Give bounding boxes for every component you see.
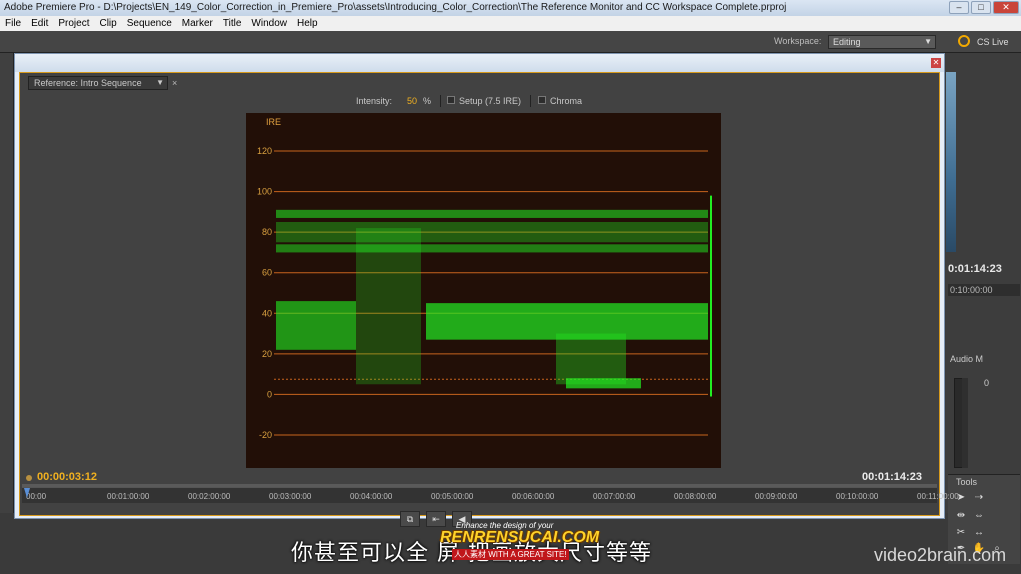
menu-sequence[interactable]: Sequence: [122, 16, 177, 31]
time-ruler[interactable]: 00:00 00:01:00:00 00:02:00:00 00:03:00:00 00…: [22, 487, 959, 503]
reference-monitor-panel: Reference: Intro Sequence ▼ × Intensity:…: [19, 72, 959, 516]
ruler-tick-label: 00:10:00:00: [836, 492, 879, 501]
ruler-tick-label: 00:09:00:00: [755, 492, 798, 501]
menu-file[interactable]: File: [0, 16, 26, 31]
cs-live-label[interactable]: CS Live: [977, 37, 1009, 47]
track-select-tool-icon[interactable]: ⇢: [972, 492, 986, 504]
waveform-chart: IRE 120 100 80 60 40 20 0 -20: [257, 117, 712, 440]
app-window: Adobe Premiere Pro - D:\Projects\EN_149_…: [0, 0, 1021, 574]
menu-marker[interactable]: Marker: [177, 16, 218, 31]
chroma-label: Chroma: [550, 96, 583, 106]
workspace-bar: Workspace: Editing ▼ CS Live: [0, 31, 1021, 53]
playhead-indicator-icon: [26, 475, 32, 481]
menu-window[interactable]: Window: [246, 16, 292, 31]
setup-checkbox[interactable]: [447, 96, 455, 104]
audio-meter-label: Audio M: [950, 354, 984, 364]
razor-tool-icon[interactable]: ✂: [954, 527, 968, 539]
workspace-value: Editing: [833, 37, 861, 47]
ruler-tick-label: 00:00: [26, 492, 47, 501]
trace-band: [566, 378, 641, 389]
mark-in-icon[interactable]: ⧉: [400, 511, 420, 527]
chroma-checkbox[interactable]: [538, 96, 546, 104]
tools-label: Tools: [956, 477, 978, 487]
trace-band: [276, 301, 356, 350]
trace-band: [276, 222, 708, 243]
workspace-select[interactable]: Editing ▼: [828, 35, 936, 49]
chevron-down-icon[interactable]: ▼: [156, 77, 164, 89]
ruler-tick-label: 00:04:00:00: [350, 492, 393, 501]
menu-bar: File Edit Project Clip Sequence Marker T…: [0, 16, 1021, 31]
trace-band: [276, 209, 708, 218]
video2brain-watermark: video2brain.com: [874, 545, 1007, 565]
program-timecode-secondary: 0:10:00:00: [948, 284, 1020, 296]
left-panel-strip: [0, 53, 14, 513]
waveform-scope: IRE 120 100 80 60 40 20 0 -20: [246, 113, 721, 468]
tab-reference[interactable]: Reference: Intro Sequence ▼: [28, 76, 168, 90]
close-button[interactable]: ✕: [993, 1, 1019, 14]
y-axis-label: IRE: [266, 117, 281, 127]
workspace-label: Workspace:: [774, 36, 822, 46]
intensity-value[interactable]: 50: [407, 96, 417, 106]
menu-edit[interactable]: Edit: [26, 16, 53, 31]
reference-monitor-window: ✕ Reference: Intro Sequence ▼ × Intensit…: [14, 53, 959, 519]
ruler-tick-label: 00:06:00:00: [512, 492, 555, 501]
y-tick-label: 80: [262, 227, 272, 237]
window-title: Adobe Premiere Pro - D:\Projects\EN_149_…: [4, 2, 787, 13]
menu-clip[interactable]: Clip: [94, 16, 121, 31]
tab-reference-label: Reference: Intro Sequence: [34, 78, 142, 88]
audio-meter-right: [962, 378, 968, 468]
logo-subline: 人人素材 WITH A GREAT SITE!: [452, 549, 569, 560]
ruler-tick-label: 00:11:00:00: [917, 492, 959, 501]
divider: [440, 95, 441, 107]
trace-band: [556, 333, 626, 385]
duration-timecode: 00:01:14:23: [862, 471, 922, 483]
scope-options-bar: Intensity: 50 % Setup (7.5 IRE) Chroma: [20, 95, 939, 109]
title-bar: Adobe Premiere Pro - D:\Projects\EN_149_…: [0, 0, 1021, 16]
y-tick-label: -20: [259, 430, 272, 440]
menu-project[interactable]: Project: [53, 16, 94, 31]
chevron-down-icon: ▼: [924, 37, 932, 46]
waveform-trace: [276, 209, 708, 389]
current-timecode[interactable]: 00:00:03:12: [37, 471, 97, 483]
ripple-edit-tool-icon[interactable]: ⇹: [954, 510, 968, 522]
trace-band: [276, 244, 708, 253]
intensity-label: Intensity:: [356, 96, 393, 106]
slip-tool-icon[interactable]: ↔: [972, 527, 986, 539]
setup-label: Setup (7.5 IRE): [459, 96, 522, 106]
y-tick-label: 20: [262, 349, 272, 359]
ruler-tick-label: 00:02:00:00: [188, 492, 231, 501]
ruler-tick-label: 00:08:00:00: [674, 492, 717, 501]
y-tick-label: 100: [257, 187, 272, 197]
ruler-tick-label: 00:07:00:00: [593, 492, 636, 501]
maximize-button[interactable]: □: [971, 1, 991, 14]
cs-live-icon[interactable]: [958, 35, 970, 47]
y-tick-label: 60: [262, 268, 272, 278]
y-tick-label: 40: [262, 308, 272, 318]
close-icon[interactable]: ✕: [931, 58, 941, 68]
logo-wordmark: RENRENSUCAI.COM: [440, 529, 600, 546]
tab-close-icon[interactable]: ×: [172, 78, 177, 88]
y-tick-label: 0: [267, 389, 272, 399]
trace-band: [356, 228, 421, 385]
rolling-edit-tool-icon[interactable]: ⇔: [972, 510, 986, 522]
renrensucai-logo: Enhance the design of your RENRENSUCAI.C…: [440, 518, 599, 564]
minimize-button[interactable]: –: [949, 1, 969, 14]
ruler-tick-label: 00:05:00:00: [431, 492, 474, 501]
reference-window-titlebar[interactable]: ✕: [15, 54, 944, 72]
ruler-tick-label: 00:03:00:00: [269, 492, 312, 501]
program-monitor-thumbnail: [946, 72, 956, 252]
ruler-tick-label: 00:01:00:00: [107, 492, 150, 501]
intensity-unit: %: [423, 96, 432, 106]
audio-meter-zero: 0: [984, 378, 990, 388]
menu-help[interactable]: Help: [292, 16, 323, 31]
menu-title[interactable]: Title: [218, 16, 247, 31]
y-tick-label: 120: [257, 146, 272, 156]
program-timecode: 0:01:14:23: [948, 263, 1002, 275]
divider: [530, 95, 531, 107]
